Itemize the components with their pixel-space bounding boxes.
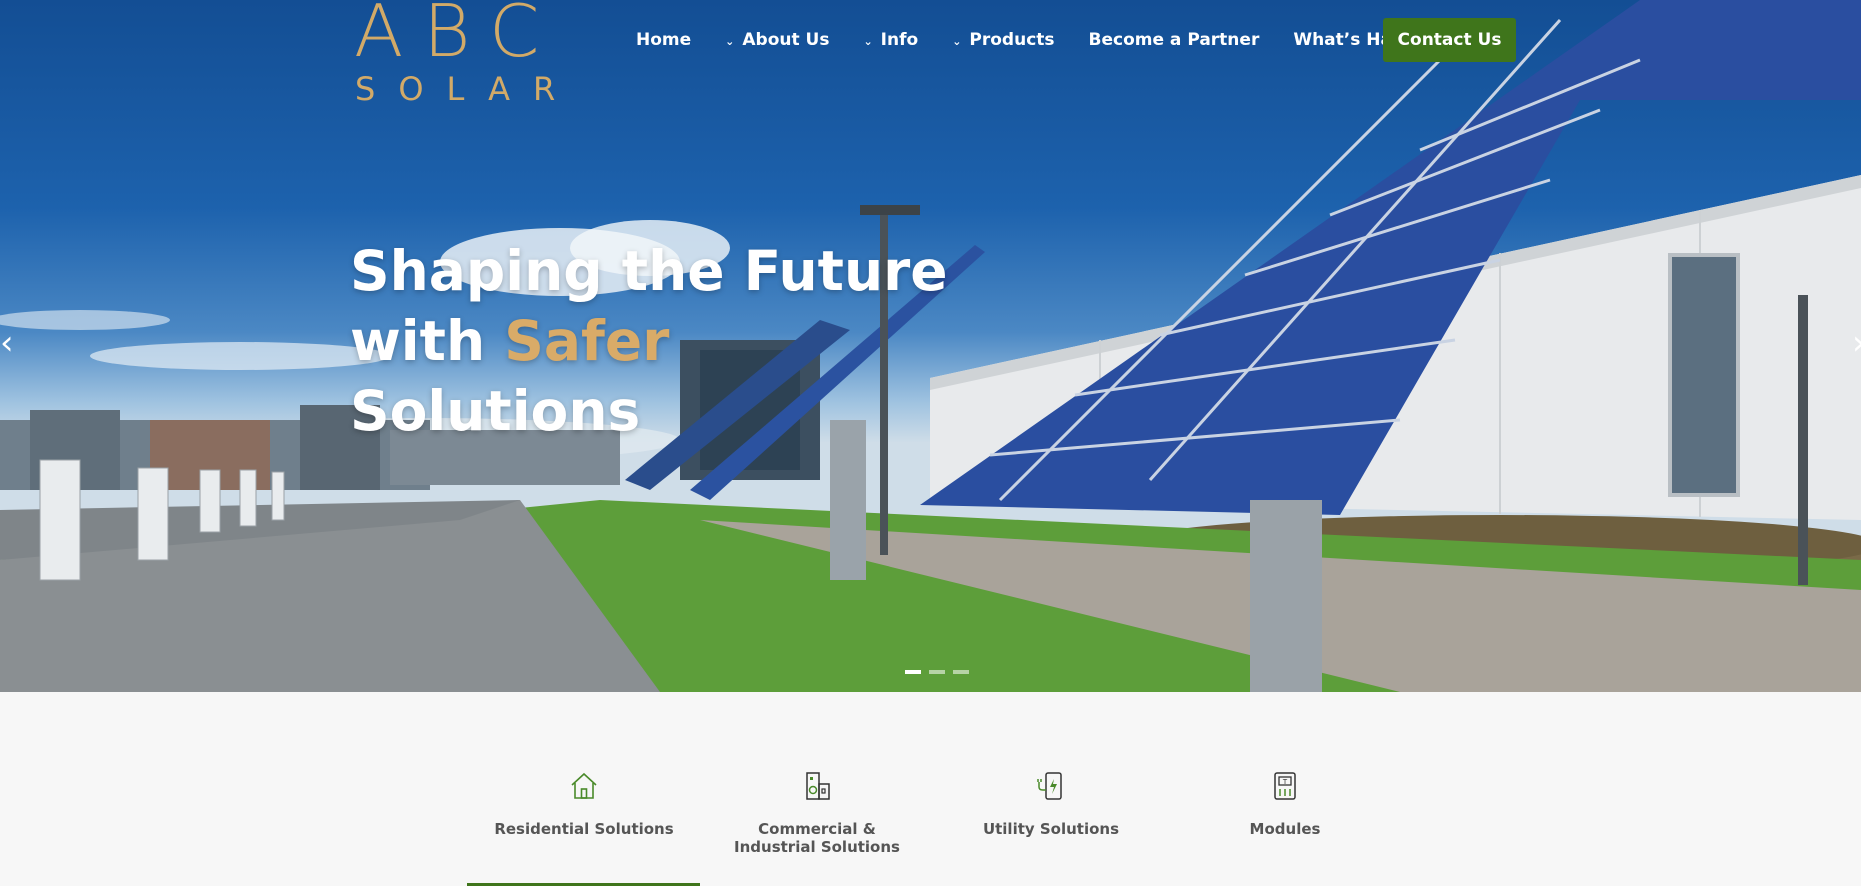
logo[interactable]: ABC SOLAR [352,0,555,107]
tab-commercial-industrial-solutions-label: Commercial & Industrial Solutions [734,820,900,856]
slider-pagination [905,670,969,674]
hero-headline-accent: Safer [504,309,670,373]
tab-modules-label: Modules [1249,820,1321,838]
nav-products-label: Products [969,30,1055,50]
nav-info-label: Info [880,30,919,50]
chevron-down-icon: ⌄ [863,34,873,48]
slider-next-arrow-icon[interactable]: › [1852,326,1861,360]
tab-commercial-industrial-solutions[interactable]: Commercial & Industrial Solutions [700,768,934,856]
nav-about-us[interactable]: ⌄ About Us [725,30,829,50]
slider-dot-1[interactable] [905,670,921,674]
hero-headline-line1: Shaping the Future [350,239,948,303]
tab-utility-solutions-label: Utility Solutions [982,820,1120,838]
tab-residential-solutions[interactable]: Residential Solutions [467,768,701,838]
slider-dot-2[interactable] [929,670,945,674]
hero-headline-line2-prefix: with [350,309,505,373]
slider-dot-3[interactable] [953,670,969,674]
tab-modules[interactable]: T Modules [1168,768,1402,838]
contact-us-button[interactable]: Contact Us [1383,18,1516,62]
main-nav: Home ⌄ About Us ⌄ Info ⌄ Products Become… [620,18,1470,62]
logo-wordmark-bottom: SOLAR [355,70,579,108]
nav-home-label: Home [636,30,692,50]
nav-info[interactable]: ⌄ Info [863,30,918,50]
house-icon [571,772,597,799]
hero-headline-line3: Solutions [350,379,641,443]
hero-slider: ABC SOLAR Home ⌄ About Us ⌄ Info ⌄ Produ… [0,0,1861,692]
building-icon [806,772,830,800]
tab-utility-solutions[interactable]: Utility Solutions [934,768,1168,838]
slider-prev-arrow-icon[interactable]: ‹ [0,326,14,360]
nav-home[interactable]: Home [636,30,691,50]
nav-products[interactable]: ⌄ Products [952,30,1054,50]
chevron-down-icon: ⌄ [725,34,735,48]
hero-headline: Shaping the Future with Safer Solutions [350,236,948,446]
logo-wordmark-top: ABC [354,0,560,73]
solutions-tabs: Residential Solutions Commercial & Indus… [0,692,1861,886]
nav-become-a-partner-label: Become a Partner [1088,30,1260,50]
nav-about-us-label: About Us [742,30,830,50]
module-icon: T [1274,772,1296,800]
chevron-down-icon: ⌄ [952,34,962,48]
nav-become-a-partner[interactable]: Become a Partner [1089,30,1260,50]
tab-residential-solutions-label: Residential Solutions [494,820,674,838]
svg-text:T: T [1282,778,1288,786]
charging-station-icon [1037,772,1062,800]
